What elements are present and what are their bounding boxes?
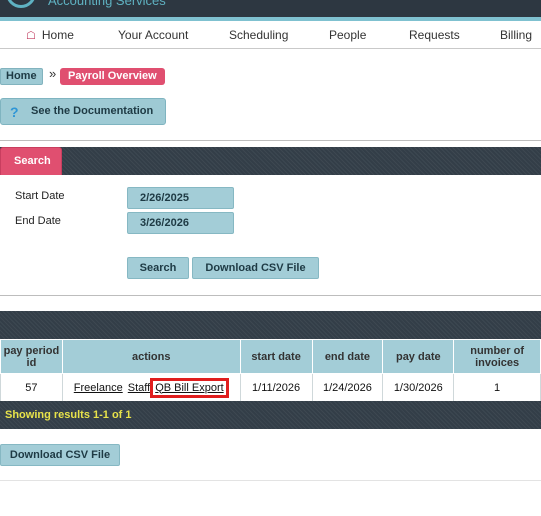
freelance-link[interactable]: Freelance	[74, 382, 123, 394]
start-date-label: Start Date	[15, 190, 65, 202]
search-button[interactable]: Search	[127, 257, 189, 279]
nav-item-your-account[interactable]: Your Account	[118, 28, 188, 42]
download-csv-button[interactable]: Download CSV File	[192, 257, 319, 279]
form-divider	[0, 295, 541, 296]
breadcrumb-separator: »	[49, 66, 57, 81]
end-date-cell: 1/24/2026	[311, 373, 384, 402]
top-header: Accounting Services	[0, 0, 541, 17]
breadcrumb-current-page: Payroll Overview	[60, 68, 165, 85]
brand-name: Accounting Services	[48, 0, 166, 8]
download-csv-bottom-button[interactable]: Download CSV File	[0, 444, 120, 466]
column-header-end-date: end date	[311, 339, 384, 374]
column-header-start-date: start date	[239, 339, 313, 374]
nav-item-home[interactable]: ☖ Home	[26, 28, 74, 42]
pay-period-id-cell: 57	[0, 373, 63, 402]
column-header-actions: actions	[61, 339, 241, 374]
logo-icon	[6, 0, 36, 8]
results-table: pay period id actions start date end dat…	[0, 339, 541, 402]
see-documentation-button[interactable]: ? See the Documentation	[0, 98, 166, 125]
breadcrumb-home[interactable]: Home	[0, 68, 43, 85]
footer-divider	[0, 480, 541, 481]
main-nav: ☖ Home Your Account Scheduling People Req…	[0, 21, 541, 49]
results-count-text: Showing results 1-1 of 1	[5, 409, 132, 421]
tab-search[interactable]: Search	[0, 147, 62, 175]
column-header-pay-period-id: pay period id	[0, 339, 63, 374]
end-date-label: End Date	[15, 215, 61, 227]
staff-link[interactable]: Staff	[128, 382, 150, 394]
nav-item-scheduling[interactable]: Scheduling	[229, 28, 288, 42]
table-header-row: pay period id actions start date end dat…	[0, 339, 541, 374]
start-date-input[interactable]: 2/26/2025	[127, 187, 234, 209]
table-row: 57 Freelance Staff QB Bill Export 1/11/20…	[0, 373, 541, 402]
search-header-band	[0, 147, 541, 175]
qb-bill-export-link[interactable]: QB Bill Export	[155, 382, 223, 394]
column-header-number-of-invoices: number of invoices	[453, 339, 541, 374]
pay-date-cell: 1/30/2026	[382, 373, 455, 402]
column-header-pay-date: pay date	[382, 339, 455, 374]
nav-item-people[interactable]: People	[329, 28, 366, 42]
help-question-icon: ?	[10, 104, 19, 120]
nav-item-billing[interactable]: Billing	[500, 28, 532, 42]
nav-item-home-label: Home	[41, 28, 74, 42]
nav-item-requests[interactable]: Requests	[409, 28, 460, 42]
home-icon: ☖	[26, 30, 36, 42]
highlight-box: QB Bill Export	[150, 377, 229, 398]
start-date-cell: 1/11/2026	[239, 373, 313, 402]
actions-cell: Freelance Staff QB Bill Export	[61, 373, 241, 402]
invoices-count-cell: 1	[453, 373, 541, 402]
section-divider	[0, 140, 541, 141]
end-date-input[interactable]: 3/26/2026	[127, 212, 234, 234]
see-documentation-label: See the Documentation	[31, 105, 154, 117]
results-header-band	[0, 311, 541, 339]
